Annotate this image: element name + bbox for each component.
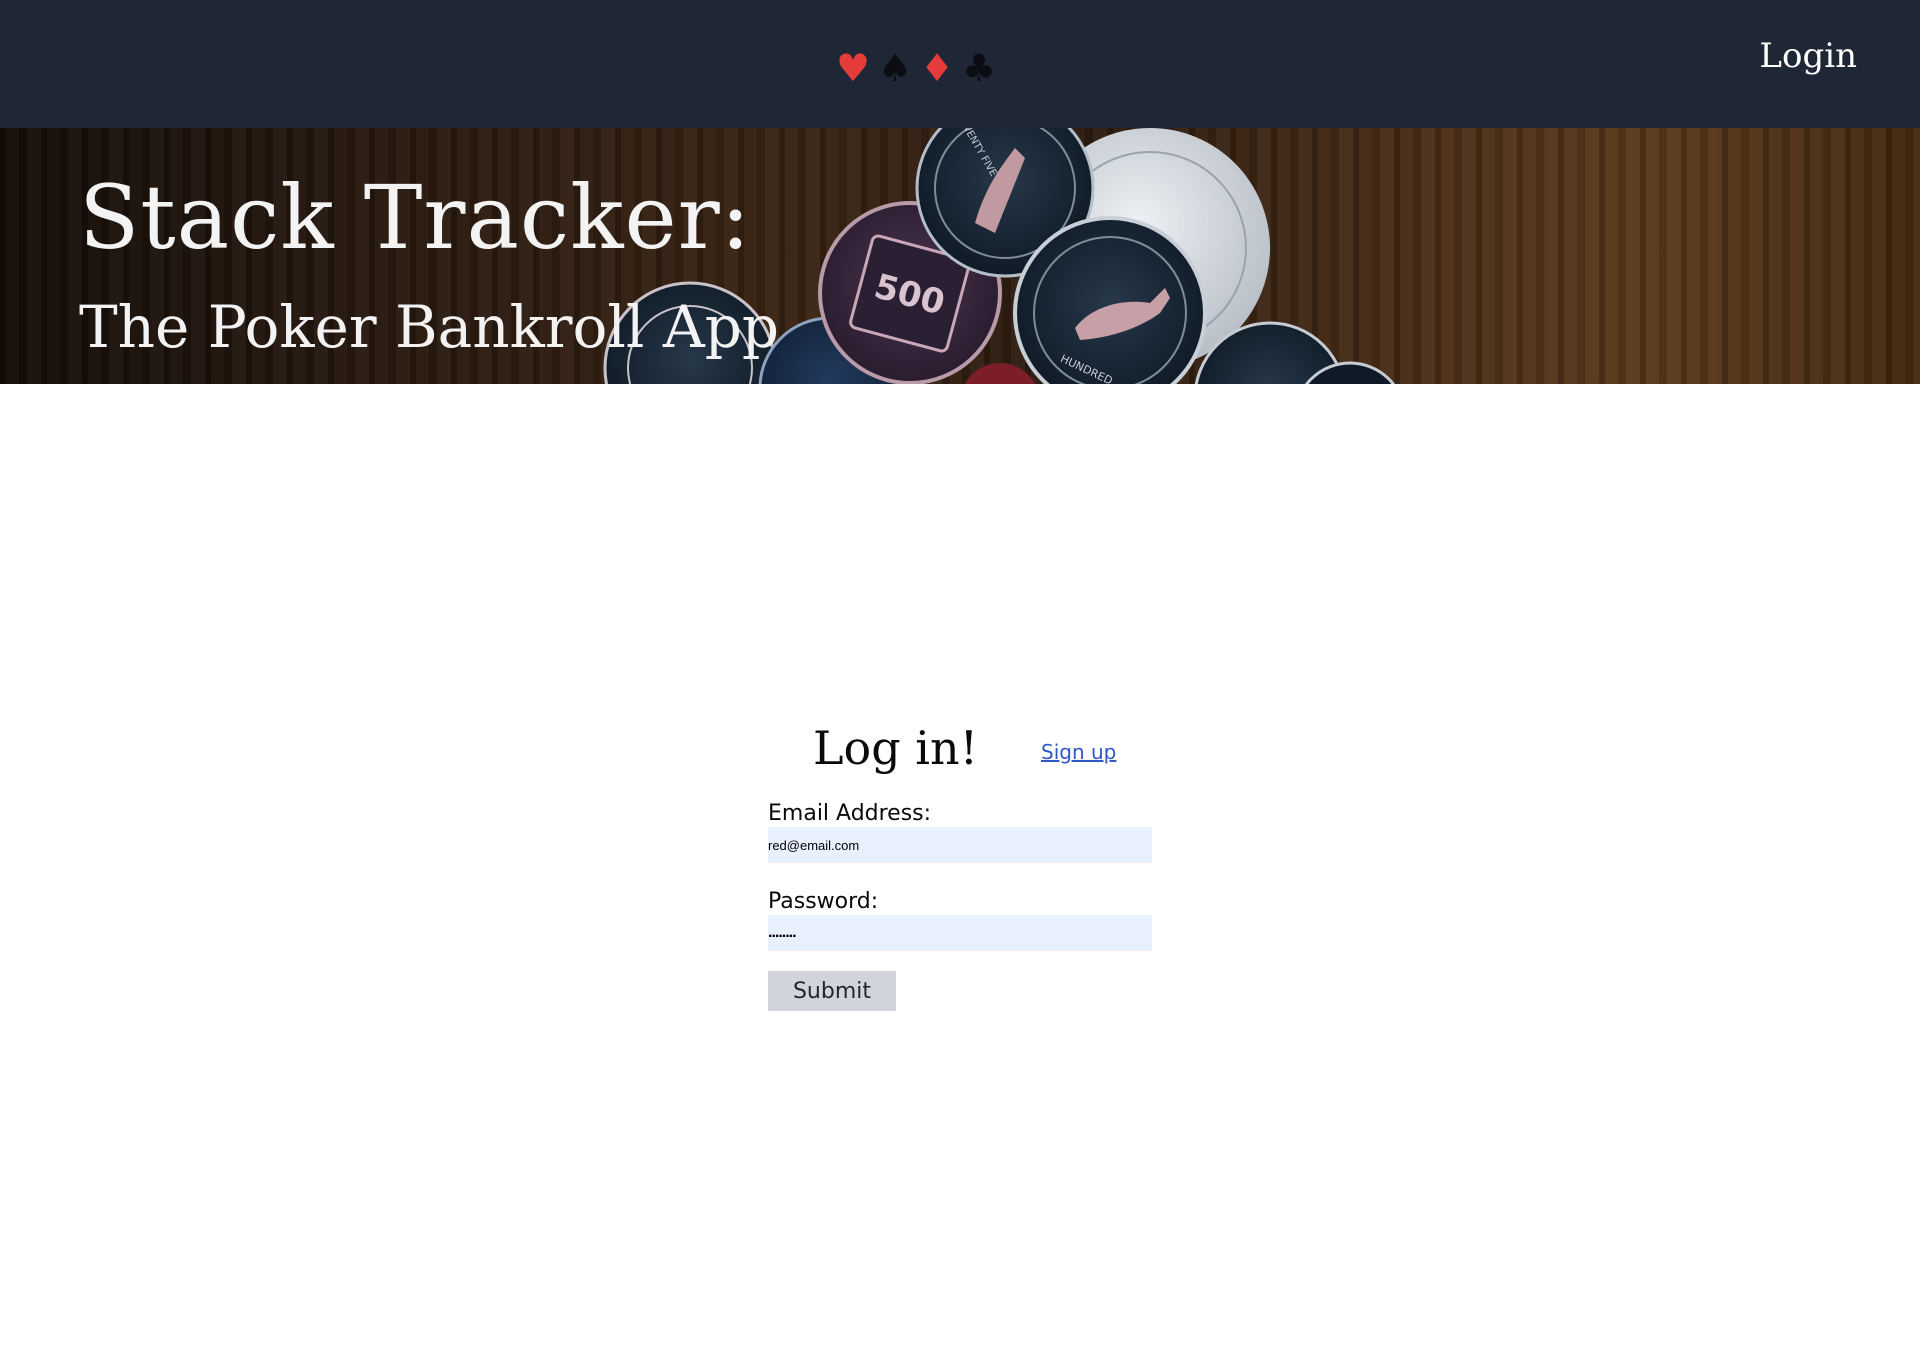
heart-icon: ♥ <box>836 46 871 90</box>
club-icon: ♣ <box>962 46 997 90</box>
card-suits-logo: ♥ ♠ ♦ ♣ <box>836 42 997 94</box>
nav-login-link[interactable]: Login <box>1759 36 1857 76</box>
chip-hundred <box>1013 216 1207 384</box>
email-field[interactable] <box>768 827 1152 863</box>
password-label: Password: <box>768 889 879 914</box>
app-subtitle: The Poker Bankroll App <box>79 293 780 361</box>
submit-button[interactable]: Submit <box>768 971 896 1011</box>
spade-icon: ♠ <box>878 46 913 90</box>
top-navbar: ♥ ♠ ♦ ♣ Login <box>0 0 1920 128</box>
hero-banner: 500 TWENTY FIVE HUNDRED Stack Tracker: T… <box>0 128 1920 384</box>
login-heading: Log in! <box>813 721 979 775</box>
signup-link[interactable]: Sign up <box>1041 740 1116 764</box>
password-field[interactable] <box>768 915 1152 951</box>
chip <box>964 363 1036 384</box>
email-label: Email Address: <box>768 801 932 826</box>
diamond-icon: ♦ <box>920 46 955 90</box>
app-title: Stack Tracker: <box>79 166 752 269</box>
